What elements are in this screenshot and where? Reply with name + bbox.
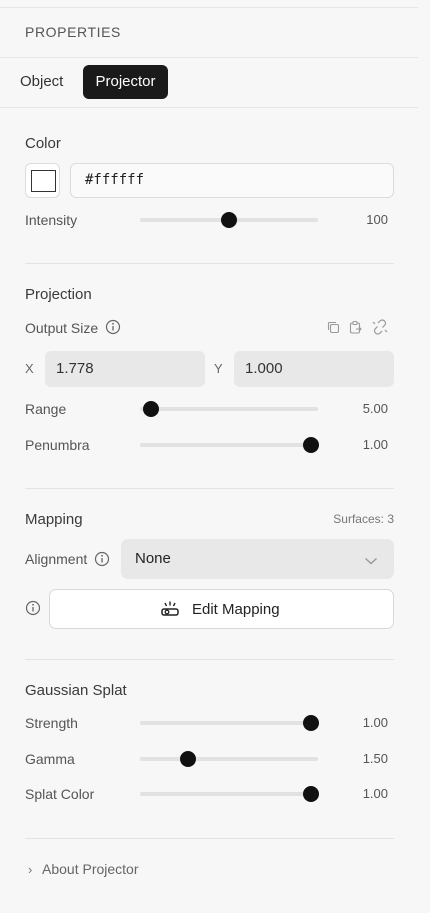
splat-color-label: Splat Color	[25, 786, 95, 802]
penumbra-slider[interactable]	[140, 437, 319, 453]
section-divider	[25, 263, 394, 264]
projection-section-title: Projection	[25, 286, 92, 303]
tabs-divider	[0, 107, 418, 108]
gamma-label: Gamma	[25, 751, 75, 767]
color-section-title: Color	[25, 135, 61, 152]
about-projector-toggle[interactable]: › About Projector	[28, 861, 139, 877]
y-label: Y	[214, 361, 223, 376]
color-swatch-fill	[31, 170, 56, 192]
alignment-select-value: None	[135, 550, 171, 567]
header-divider	[0, 57, 418, 58]
chevron-down-icon	[364, 553, 378, 571]
range-label: Range	[25, 401, 67, 417]
info-icon[interactable]	[105, 319, 121, 340]
gamma-slider[interactable]	[140, 751, 318, 767]
unlink-icon[interactable]	[371, 318, 389, 341]
edit-mapping-label: Edit Mapping	[192, 601, 280, 618]
top-rule	[0, 7, 418, 8]
section-divider	[25, 659, 394, 660]
strength-label: Strength	[25, 715, 78, 731]
intensity-slider-thumb[interactable]	[221, 212, 237, 228]
tab-object[interactable]: Object	[10, 65, 73, 99]
intensity-value: 100	[366, 212, 388, 227]
splat-color-slider-thumb[interactable]	[302, 786, 319, 802]
surfaces-count: Surfaces: 3	[333, 512, 394, 526]
gamma-slider-thumb[interactable]	[180, 751, 197, 767]
mapping-section-title: Mapping	[25, 511, 83, 528]
section-divider	[25, 488, 394, 489]
strength-slider[interactable]	[140, 715, 319, 731]
alignment-select[interactable]: None	[121, 539, 394, 579]
intensity-label: Intensity	[25, 212, 78, 228]
penumbra-slider-thumb[interactable]	[302, 437, 319, 453]
alignment-label: Alignment	[25, 551, 88, 567]
gamma-value: 1.50	[362, 751, 388, 766]
x-label: X	[25, 361, 34, 376]
penumbra-value: 1.00	[362, 437, 388, 452]
range-slider-thumb[interactable]	[142, 401, 159, 417]
range-slider[interactable]	[140, 401, 318, 417]
section-divider	[25, 838, 394, 839]
penumbra-label: Penumbra	[25, 437, 90, 453]
hex-color-input[interactable]: #ffffff	[70, 163, 394, 198]
x-input[interactable]: 1.778	[45, 351, 205, 387]
about-projector-label: About Projector	[42, 861, 139, 877]
splat-color-slider[interactable]	[140, 786, 319, 802]
color-swatch[interactable]	[25, 163, 60, 198]
projector-icon	[160, 600, 180, 623]
strength-slider-thumb[interactable]	[302, 715, 319, 731]
chevron-right-icon: ›	[28, 862, 33, 877]
info-icon[interactable]	[25, 600, 41, 621]
copy-icon[interactable]	[326, 320, 341, 340]
intensity-slider[interactable]	[140, 212, 318, 228]
range-value: 5.00	[362, 401, 388, 416]
paste-icon[interactable]	[348, 320, 363, 340]
gaussian-section-title: Gaussian Splat	[25, 682, 127, 699]
strength-value: 1.00	[362, 715, 388, 730]
panel-title: PROPERTIES	[25, 24, 121, 40]
y-input[interactable]: 1.000	[234, 351, 394, 387]
tab-projector[interactable]: Projector	[83, 65, 168, 99]
edit-mapping-button[interactable]: Edit Mapping	[49, 589, 394, 629]
splat-color-value: 1.00	[362, 786, 388, 801]
info-icon[interactable]	[94, 551, 110, 572]
output-size-label: Output Size	[25, 320, 99, 336]
